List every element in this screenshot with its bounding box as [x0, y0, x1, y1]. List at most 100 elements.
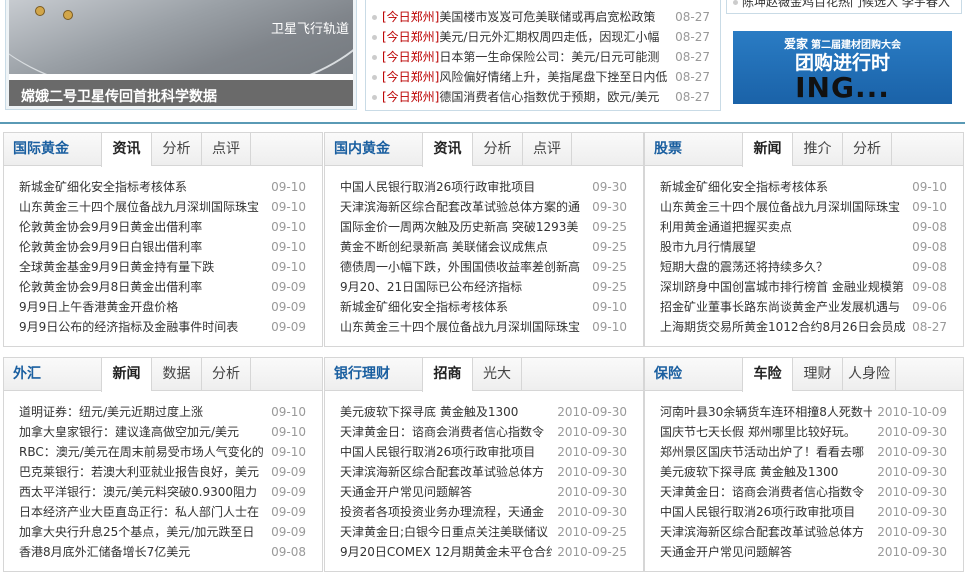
news-title[interactable]: 天津滨海新区综合配套改革试验总体方 — [340, 462, 544, 482]
news-item[interactable]: [今日郑州]风险偏好情绪上升，美指尾盘下挫至日内低 08-27 — [372, 67, 714, 87]
panel-title[interactable]: 股票 — [645, 133, 742, 165]
news-title[interactable]: 天通金开户常见问题解答 — [340, 482, 472, 502]
photo-caption[interactable]: 嫦娥二号卫星传回首批科学数据 — [9, 74, 353, 106]
panel-tab[interactable]: 推介 — [792, 133, 842, 165]
list-item[interactable]: 中国人民银行取消26项行政审批项目 2010-09-30 — [325, 442, 643, 462]
news-title[interactable]: 加拿大央行升息25个基点，美元/加元跌至日 — [19, 522, 254, 542]
news-title[interactable]: 投资者各项投资业务办理流程，天通金 — [340, 502, 544, 522]
news-title[interactable]: 美元疲软下探寻底 黄金触及1300 — [660, 462, 838, 482]
panel-tab[interactable]: 点评 — [201, 133, 251, 165]
panel-tab[interactable]: 新闻 — [742, 133, 792, 167]
news-item[interactable]: [今日郑州]日本第一生命保险公司：美元/日元可能测 08-27 — [372, 47, 714, 67]
panel-tab[interactable]: 点评 — [522, 133, 572, 165]
list-item[interactable]: 天津黄金日：谘商会消费者信心指数令 2010-09-30 — [645, 482, 963, 502]
panel-tab[interactable]: 分析 — [842, 133, 892, 165]
news-title[interactable]: 美国楼市岌岌可危美联储或再启宽松政策 — [439, 10, 655, 24]
news-title[interactable]: 山东黄金三十四个展位备战九月深圳国际珠宝 — [660, 197, 900, 217]
news-title[interactable]: 伦敦黄金协会9月8日黄金出借利率 — [19, 277, 202, 297]
list-item[interactable]: 加拿大皇家银行：建议逢高做空加元/美元 09-10 — [4, 422, 322, 442]
news-title[interactable]: 美元疲软下探寻底 黄金触及1300 — [340, 402, 518, 422]
news-prefix[interactable]: [今日郑州] — [382, 30, 439, 44]
list-item[interactable]: 西太平洋银行：澳元/美元料突破0.9300阻力 09-09 — [4, 482, 322, 502]
news-item[interactable]: [今日郑州]美国楼市岌岌可危美联储或再启宽松政策 08-27 — [372, 7, 714, 27]
list-item[interactable]: 上海期货交易所黄金1012合约8月26日会员成 08-27 — [645, 317, 963, 337]
news-title[interactable]: 河南叶县30余辆货车连环相撞8人死数十 — [660, 402, 872, 422]
news-title[interactable]: 山东黄金三十四个展位备战九月深圳国际珠宝 — [340, 317, 580, 337]
news-title[interactable]: 新城金矿细化安全指标考核体系 — [19, 177, 187, 197]
list-item[interactable]: 9月20、21日国际已公布经济指标 09-25 — [325, 277, 643, 297]
news-title[interactable]: 9月20、21日国际已公布经济指标 — [340, 277, 522, 297]
list-item[interactable]: 德债周一小幅下跌，外围国债收益率差创新高 09-25 — [325, 257, 643, 277]
list-item[interactable]: 新城金矿细化安全指标考核体系 09-10 — [4, 177, 322, 197]
news-title[interactable]: 全球黄金基金9月9日黄金持有量下跌 — [19, 257, 214, 277]
news-prefix[interactable]: [今日郑州] — [382, 10, 439, 24]
news-title[interactable]: 利用黄金通道把握买卖点 — [660, 217, 792, 237]
list-item[interactable]: 天津滨海新区综合配套改革试验总体方案的通 09-30 — [325, 197, 643, 217]
panel-tab[interactable]: 新闻 — [101, 358, 151, 392]
list-item[interactable]: 新城金矿细化安全指标考核体系 09-10 — [325, 297, 643, 317]
news-title[interactable]: 中国人民银行取消26项行政审批项目 — [340, 442, 535, 462]
news-prefix[interactable]: [今日郑州] — [382, 50, 439, 64]
news-title[interactable]: 招金矿业董事长路东尚谈黄金产业发展机遇与 — [660, 297, 900, 317]
news-title[interactable]: 黄金不断创纪录新高 美联储会议成焦点 — [340, 237, 548, 257]
list-item[interactable]: 股市九月行情展望 09-08 — [645, 237, 963, 257]
panel-title[interactable]: 保险 — [645, 358, 742, 390]
right-news-item[interactable]: 陈坤赵薇金鸡百花热门候选人 李宇春入 — [726, 0, 962, 14]
list-item[interactable]: 伦敦黄金协会9月8日黄金出借利率 09-09 — [4, 277, 322, 297]
news-title[interactable]: 西太平洋银行：澳元/美元料突破0.9300阻力 — [19, 482, 257, 502]
news-title[interactable]: 伦敦黄金协会9月9日黄金出借利率 — [19, 217, 202, 237]
news-title[interactable]: 香港8月底外汇储备增长7亿美元 — [19, 542, 190, 562]
news-title[interactable]: 新城金矿细化安全指标考核体系 — [340, 297, 508, 317]
news-item[interactable]: [今日郑州]美元/日元外汇期权周四走低，因现汇小幅 08-27 — [372, 27, 714, 47]
list-item[interactable]: 日本经济产业大臣直岛正行：私人部门人士在 09-09 — [4, 502, 322, 522]
news-title[interactable]: 新城金矿细化安全指标考核体系 — [660, 177, 828, 197]
list-item[interactable]: 利用黄金通道把握买卖点 09-08 — [645, 217, 963, 237]
news-title[interactable]: 9月9日公布的经济指标及金融事件时间表 — [19, 317, 238, 337]
list-item[interactable]: 9月20日COMEX 12月期黄金未平仓合约 2010-09-25 — [325, 542, 643, 562]
panel-tab[interactable]: 光大 — [472, 358, 522, 390]
list-item[interactable]: 天津滨海新区综合配套改革试验总体方 2010-09-30 — [645, 522, 963, 542]
panel-tab[interactable]: 分析 — [201, 358, 251, 390]
list-item[interactable]: 9月9日上午香港黄金开盘价格 09-09 — [4, 297, 322, 317]
list-item[interactable]: 河南叶县30余辆货车连环相撞8人死数十 2010-10-09 — [645, 402, 963, 422]
list-item[interactable]: 伦敦黄金协会9月9日黄金出借利率 09-10 — [4, 217, 322, 237]
panel-tab[interactable]: 招商 — [422, 358, 472, 392]
list-item[interactable]: 天津黄金日;白银今日重点关注美联储议 2010-09-25 — [325, 522, 643, 542]
list-item[interactable]: 伦敦黄金协会9月9日白银出借利率 09-10 — [4, 237, 322, 257]
list-item[interactable]: 天通金开户常见问题解答 2010-09-30 — [645, 542, 963, 562]
list-item[interactable]: 郑州景区国庆节活动出炉了！看看去哪 2010-09-30 — [645, 442, 963, 462]
news-title[interactable]: 美元/日元外汇期权周四走低，因现汇小幅 — [439, 30, 659, 44]
list-item[interactable]: 黄金不断创纪录新高 美联储会议成焦点 09-25 — [325, 237, 643, 257]
list-item[interactable]: 山东黄金三十四个展位备战九月深圳国际珠宝 09-10 — [645, 197, 963, 217]
list-item[interactable]: 香港8月底外汇储备增长7亿美元 09-08 — [4, 542, 322, 562]
news-title[interactable]: 9月9日上午香港黄金开盘价格 — [19, 297, 178, 317]
panel-tab[interactable]: 理财 — [792, 358, 842, 390]
news-title[interactable]: 天津滨海新区综合配套改革试验总体方案的通 — [340, 197, 580, 217]
news-title[interactable]: 山东黄金三十四个展位备战九月深圳国际珠宝 — [19, 197, 259, 217]
list-item[interactable]: 中国人民银行取消26项行政审批项目 2010-09-30 — [645, 502, 963, 522]
news-prefix[interactable]: [今日郑州] — [382, 90, 439, 104]
news-title[interactable]: 天津黄金日：谘商会消费者信心指数令 — [660, 482, 864, 502]
news-title[interactable]: 加拿大皇家银行：建议逢高做空加元/美元 — [19, 422, 239, 442]
satellite-image[interactable]: 卫星飞行轨道 嫦娥二号卫星传回首批科学数据 — [9, 0, 353, 106]
news-title[interactable]: 股市九月行情展望 — [660, 237, 756, 257]
list-item[interactable]: 山东黄金三十四个展位备战九月深圳国际珠宝 09-10 — [4, 197, 322, 217]
list-item[interactable]: 天津滨海新区综合配套改革试验总体方 2010-09-30 — [325, 462, 643, 482]
news-link[interactable]: 陈坤赵薇金鸡百花热门候选人 李宇春入 — [742, 0, 950, 9]
panel-title[interactable]: 国际黄金 — [4, 133, 101, 165]
featured-photo[interactable]: 卫星飞行轨道 嫦娥二号卫星传回首批科学数据 — [5, 0, 357, 110]
news-title[interactable]: 道明证券：纽元/美元近期过度上涨 — [19, 402, 203, 422]
list-item[interactable]: 巴克莱银行：若澳大利亚就业报告良好，美元 09-09 — [4, 462, 322, 482]
list-item[interactable]: 山东黄金三十四个展位备战九月深圳国际珠宝 09-10 — [325, 317, 643, 337]
news-title[interactable]: 天津黄金日;白银今日重点关注美联储议 — [340, 522, 548, 542]
news-title[interactable]: 天津滨海新区综合配套改革试验总体方 — [660, 522, 864, 542]
news-title[interactable]: 国际金价一周两次触及历史新高 突破1293美 — [340, 217, 578, 237]
panel-tab[interactable]: 人身险 — [842, 358, 896, 390]
list-item[interactable]: 加拿大央行升息25个基点，美元/加元跌至日 09-09 — [4, 522, 322, 542]
news-title[interactable]: 国庆节七天长假 郑州哪里比较好玩。 — [660, 422, 856, 442]
news-title[interactable]: 上海期货交易所黄金1012合约8月26日会员成 — [660, 317, 905, 337]
panel-tab[interactable]: 资讯 — [422, 133, 472, 167]
news-title[interactable]: RBC：澳元/美元在周末前易受市场人气变化的 — [19, 442, 264, 462]
news-title[interactable]: 日本经济产业大臣直岛正行：私人部门人士在 — [19, 502, 259, 522]
list-item[interactable]: 国庆节七天长假 郑州哪里比较好玩。 2010-09-30 — [645, 422, 963, 442]
